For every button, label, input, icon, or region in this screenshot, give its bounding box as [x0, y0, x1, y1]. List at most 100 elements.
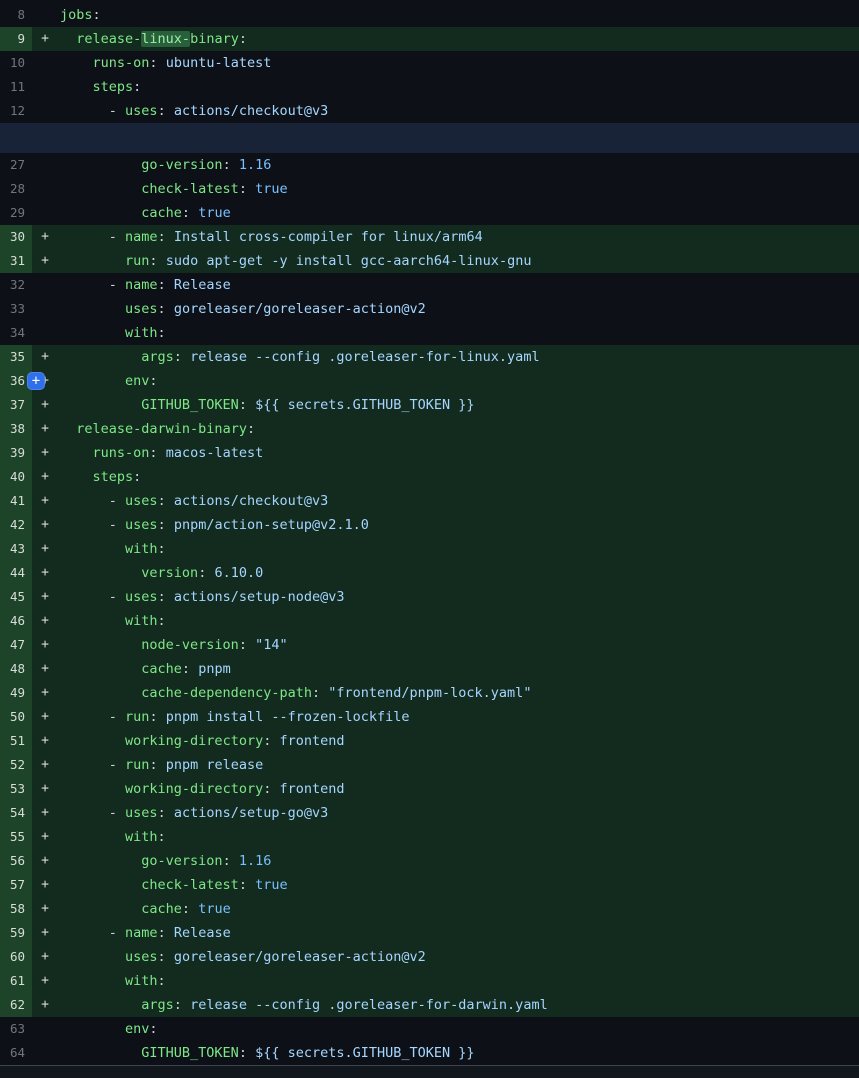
diff-marker	[32, 177, 58, 201]
line-number[interactable]: 48	[0, 657, 32, 681]
diff-marker	[32, 99, 58, 123]
line-number[interactable]: 31	[0, 249, 32, 273]
diff-view: 8jobs:9+ release-linux-binary:10 runs-on…	[0, 0, 859, 1078]
code-text: args: release --config .goreleaser-for-l…	[58, 345, 540, 369]
line-number[interactable]: 27	[0, 153, 32, 177]
code-text: GITHUB_TOKEN: ${{ secrets.GITHUB_TOKEN }…	[58, 393, 475, 417]
code-text: - name: Release	[58, 921, 231, 945]
diff-line-31: 31+ run: sudo apt-get -y install gcc-aar…	[0, 249, 859, 273]
line-number[interactable]: 9	[0, 27, 32, 51]
line-number[interactable]: 10	[0, 51, 32, 75]
line-number[interactable]: 61	[0, 969, 32, 993]
line-number[interactable]: 57	[0, 873, 32, 897]
diff-line-56: 56+ go-version: 1.16	[0, 849, 859, 873]
line-number[interactable]: 34	[0, 321, 32, 345]
diff-line-42: 42+ - uses: pnpm/action-setup@v2.1.0	[0, 513, 859, 537]
line-number[interactable]: 8	[0, 3, 32, 27]
diff-marker	[32, 297, 58, 321]
line-number[interactable]: 40	[0, 465, 32, 489]
diff-line-34: 34 with:	[0, 321, 859, 345]
diff-marker: +	[32, 753, 58, 777]
diff-marker: +	[32, 537, 58, 561]
line-number[interactable]: 30	[0, 225, 32, 249]
line-number[interactable]: 43	[0, 537, 32, 561]
diff-line-62: 62+ args: release --config .goreleaser-f…	[0, 993, 859, 1017]
line-number[interactable]: 46	[0, 609, 32, 633]
code-text: go-version: 1.16	[58, 153, 271, 177]
expand-hunk-gap[interactable]	[0, 123, 859, 153]
diff-marker	[32, 75, 58, 99]
diff-marker: +	[32, 345, 58, 369]
code-text: jobs:	[58, 3, 101, 27]
line-number[interactable]: 63	[0, 1017, 32, 1041]
diff-line-60: 60+ uses: goreleaser/goreleaser-action@v…	[0, 945, 859, 969]
line-number[interactable]: 37	[0, 393, 32, 417]
line-number[interactable]: 58	[0, 897, 32, 921]
diff-marker: +	[32, 561, 58, 585]
line-number[interactable]: 38	[0, 417, 32, 441]
diff-line-55: 55+ with:	[0, 825, 859, 849]
line-number[interactable]: 41	[0, 489, 32, 513]
diff-marker: +	[32, 27, 58, 51]
code-text: with:	[58, 609, 166, 633]
line-number[interactable]: 35	[0, 345, 32, 369]
line-number[interactable]: 49	[0, 681, 32, 705]
line-number[interactable]: 29	[0, 201, 32, 225]
code-text: cache: true	[58, 897, 231, 921]
line-number[interactable]: 62	[0, 993, 32, 1017]
line-number[interactable]: 54	[0, 801, 32, 825]
code-text: check-latest: true	[58, 177, 288, 201]
code-text: - uses: actions/checkout@v3	[58, 489, 328, 513]
code-text: steps:	[58, 465, 141, 489]
diff-line-28: 28 check-latest: true	[0, 177, 859, 201]
diff-line-11: 11 steps:	[0, 75, 859, 99]
code-text: version: 6.10.0	[58, 561, 263, 585]
line-number[interactable]: 60	[0, 945, 32, 969]
diff-line-64: 64 GITHUB_TOKEN: ${{ secrets.GITHUB_TOKE…	[0, 1041, 859, 1065]
diff-line-43: 43+ with:	[0, 537, 859, 561]
line-number[interactable]: 52	[0, 753, 32, 777]
diff-marker: +	[32, 633, 58, 657]
diff-marker: +	[32, 225, 58, 249]
line-number[interactable]: 33	[0, 297, 32, 321]
diff-marker: +	[32, 393, 58, 417]
diff-marker: +	[32, 945, 58, 969]
diff-marker: +	[32, 993, 58, 1017]
code-text: cache-dependency-path: "frontend/pnpm-lo…	[58, 681, 531, 705]
diff-marker: +	[32, 825, 58, 849]
diff-marker: +	[32, 873, 58, 897]
code-text: uses: goreleaser/goreleaser-action@v2	[58, 297, 426, 321]
code-text: env:	[58, 369, 158, 393]
line-number[interactable]: 39	[0, 441, 32, 465]
line-number[interactable]: 51	[0, 729, 32, 753]
diff-marker: +	[32, 249, 58, 273]
line-number[interactable]: 11	[0, 75, 32, 99]
diff-marker: +	[32, 585, 58, 609]
line-number[interactable]: 47	[0, 633, 32, 657]
line-number[interactable]: 53	[0, 777, 32, 801]
diff-line-57: 57+ check-latest: true	[0, 873, 859, 897]
line-number[interactable]: 44	[0, 561, 32, 585]
line-number[interactable]: 45	[0, 585, 32, 609]
line-number[interactable]: 12	[0, 99, 32, 123]
diff-line-41: 41+ - uses: actions/checkout@v3	[0, 489, 859, 513]
code-text: run: sudo apt-get -y install gcc-aarch64…	[58, 249, 531, 273]
line-number[interactable]: 56	[0, 849, 32, 873]
code-text: - uses: actions/checkout@v3	[58, 99, 328, 123]
line-number[interactable]: 50	[0, 705, 32, 729]
code-text: runs-on: macos-latest	[58, 441, 263, 465]
code-text: node-version: "14"	[58, 633, 288, 657]
diff-line-61: 61+ with:	[0, 969, 859, 993]
line-number[interactable]: 55	[0, 825, 32, 849]
diff-line-58: 58+ cache: true	[0, 897, 859, 921]
line-number[interactable]: 42	[0, 513, 32, 537]
line-number[interactable]: 32	[0, 273, 32, 297]
code-text: go-version: 1.16	[58, 849, 271, 873]
add-comment-button[interactable]: +	[27, 372, 45, 390]
line-number[interactable]: 28	[0, 177, 32, 201]
line-number[interactable]: 59	[0, 921, 32, 945]
line-number[interactable]: 64	[0, 1041, 32, 1065]
diff-line-48: 48+ cache: pnpm	[0, 657, 859, 681]
diff-marker: +	[32, 801, 58, 825]
diff-line-63: 63 env:	[0, 1017, 859, 1041]
